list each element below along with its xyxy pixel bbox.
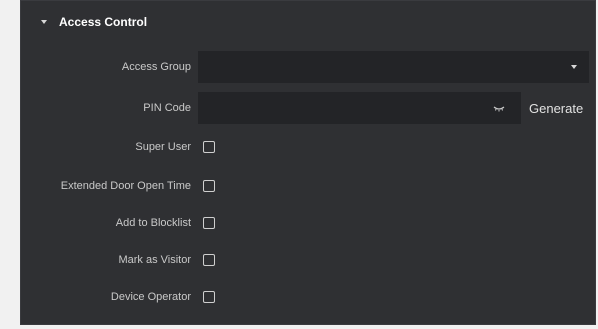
super-user-label: Super User bbox=[135, 141, 191, 153]
add-to-blocklist-checkbox[interactable] bbox=[203, 217, 215, 229]
super-user-checkbox[interactable] bbox=[203, 141, 215, 153]
checkbox-row-extended-door-open-time: Extended Door Open Time bbox=[21, 170, 597, 202]
checkbox-row-device-operator: Device Operator bbox=[21, 281, 597, 313]
dropdown-arrow-icon[interactable] bbox=[571, 65, 577, 69]
access-control-panel: Access Control Access Group PIN Code Gen… bbox=[20, 0, 596, 325]
extended-door-open-time-checkbox[interactable] bbox=[203, 180, 215, 192]
checkbox-row-mark-as-visitor: Mark as Visitor bbox=[21, 244, 597, 276]
collapse-caret-icon[interactable] bbox=[41, 20, 47, 24]
checkbox-row-super-user: Super User bbox=[21, 131, 597, 163]
generate-button[interactable]: Generate bbox=[529, 101, 583, 116]
section-title: Access Control bbox=[59, 15, 148, 29]
mark-as-visitor-label: Mark as Visitor bbox=[118, 254, 191, 266]
device-operator-checkbox[interactable] bbox=[203, 291, 215, 303]
device-operator-label: Device Operator bbox=[110, 291, 191, 303]
checkbox-row-add-to-blocklist: Add to Blocklist bbox=[21, 207, 597, 239]
pin-code-input[interactable] bbox=[198, 92, 521, 124]
access-group-label: Access Group bbox=[121, 61, 191, 73]
mark-as-visitor-checkbox[interactable] bbox=[203, 254, 215, 266]
section-header[interactable]: Access Control bbox=[41, 15, 147, 29]
extended-door-open-time-label: Extended Door Open Time bbox=[60, 180, 191, 192]
access-group-select[interactable] bbox=[198, 51, 589, 83]
access-group-row: Access Group bbox=[21, 51, 597, 83]
pin-code-label: PIN Code bbox=[143, 102, 191, 114]
hide-password-icon[interactable] bbox=[493, 102, 505, 114]
pin-code-row: PIN Code Generate bbox=[21, 92, 597, 124]
add-to-blocklist-label: Add to Blocklist bbox=[115, 217, 191, 229]
